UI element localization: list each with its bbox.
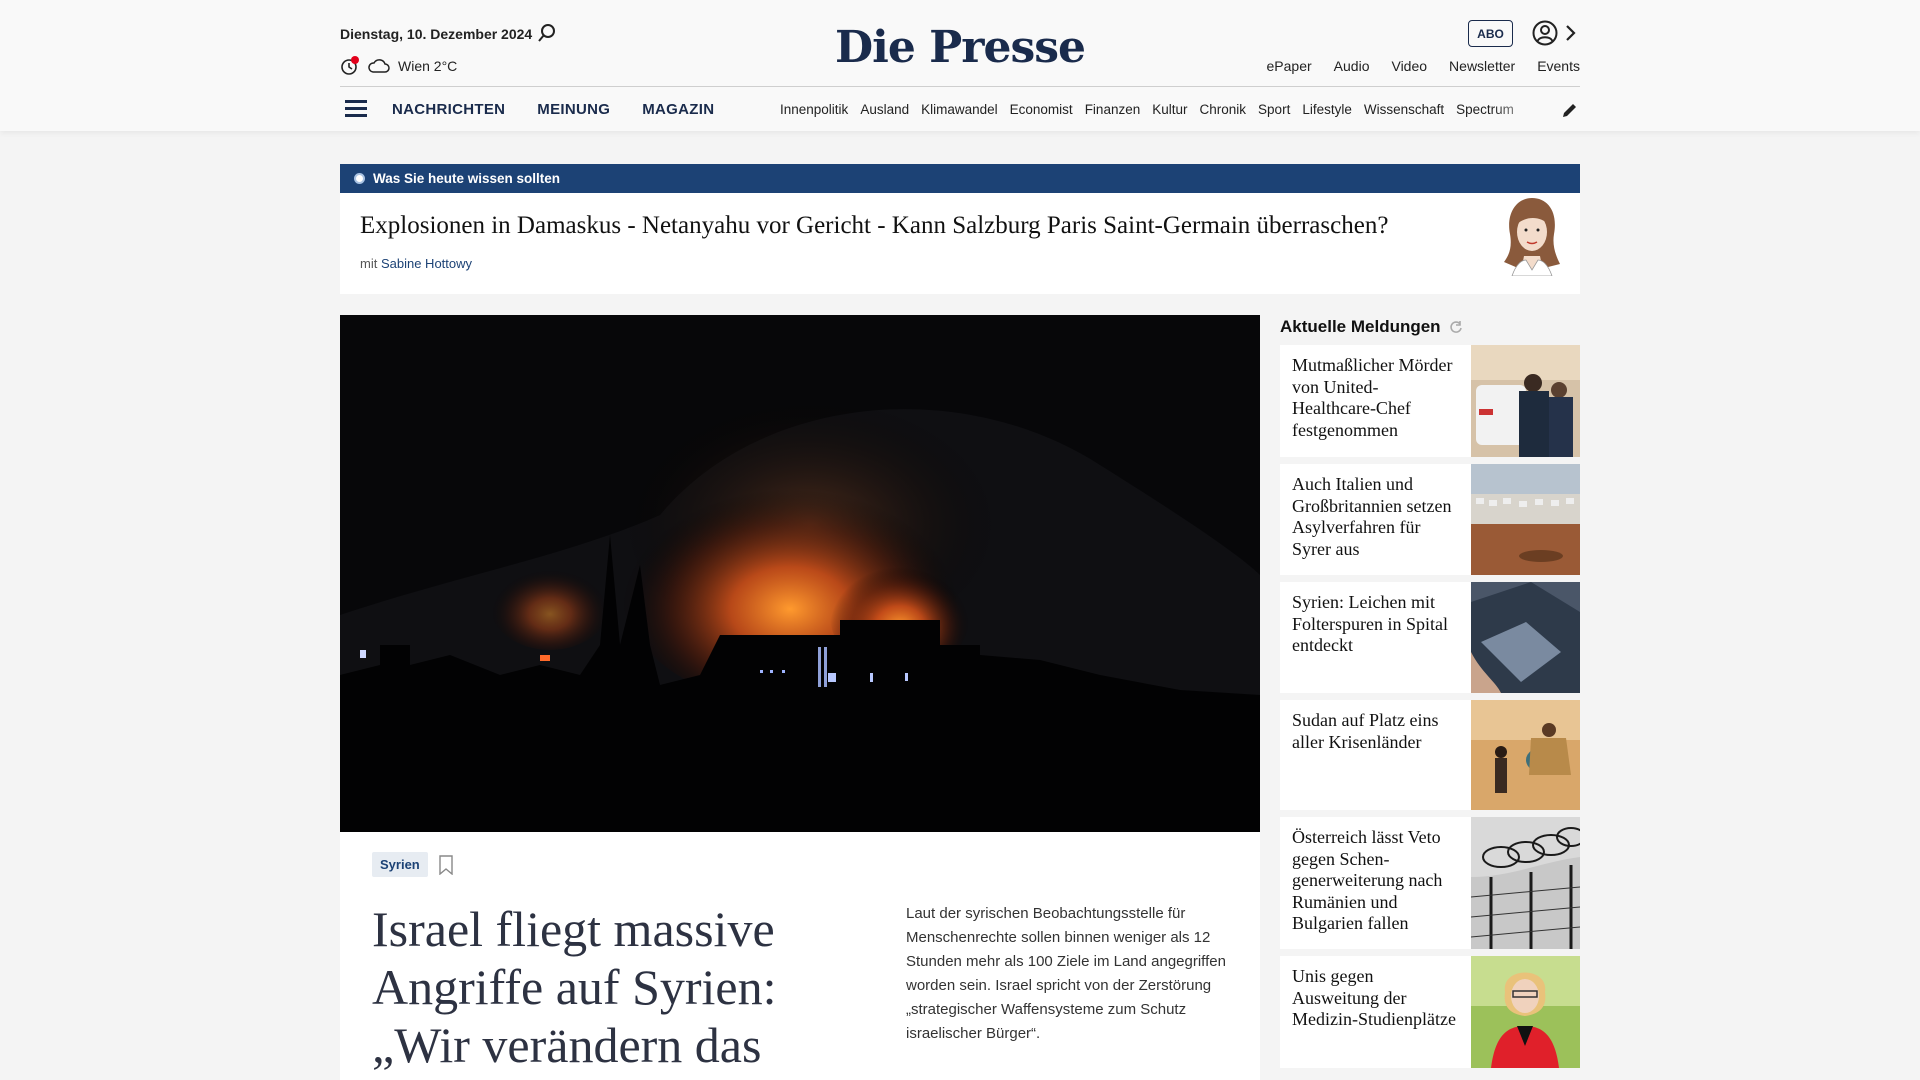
site-logo[interactable]: Die Presse <box>0 22 1920 73</box>
news-thumbnail[interactable] <box>1471 345 1580 457</box>
author-avatar <box>1504 198 1560 276</box>
section-kultur[interactable]: Kultur <box>1152 102 1187 117</box>
menu-icon[interactable] <box>345 100 367 118</box>
header-divider <box>340 86 1580 87</box>
topic-tag[interactable]: Syrien <box>372 852 428 877</box>
pencil-icon[interactable] <box>1561 101 1579 119</box>
section-ausland[interactable]: Ausland <box>860 102 909 117</box>
lead-teaser: Laut der syrischen Beobachtungsstelle fü… <box>906 905 1226 1042</box>
news-headline[interactable]: Österreich lässt Veto gegen Schen-generw… <box>1292 827 1462 935</box>
briefing-author[interactable]: Sabine Hottowy <box>381 256 472 271</box>
nav-magazin[interactable]: MAGAZIN <box>642 101 714 118</box>
lead-article[interactable]: Syrien Israel fliegt massive Angriffe au… <box>340 832 1260 1080</box>
news-headline[interactable]: Unis gegen Ausweitung der Medizin-Studie… <box>1292 966 1462 1031</box>
border-fence-photo <box>1471 817 1580 949</box>
bookmark-icon[interactable] <box>438 855 454 875</box>
section-wissenschaft[interactable]: Wissenschaft <box>1364 102 1444 117</box>
lead-headline[interactable]: Israel fliegt massive Angriffe auf Syrie… <box>372 900 882 1080</box>
link-events[interactable]: Events <box>1537 58 1580 74</box>
night-fire-image <box>340 315 1260 832</box>
news-item[interactable]: Unis gegen Ausweitung der Medizin-Studie… <box>1280 956 1580 1068</box>
briefing-title[interactable]: Explosionen in Damaskus - Netanyahu vor … <box>360 212 1388 240</box>
section-sport[interactable]: Sport <box>1258 102 1290 117</box>
news-item[interactable]: Mutmaßlicher Mörder von United-Healthcar… <box>1280 345 1580 457</box>
section-spectrum[interactable]: Spectrum <box>1456 102 1514 117</box>
section-innenpolitik[interactable]: Innenpolitik <box>780 102 848 117</box>
section-economist[interactable]: Economist <box>1010 102 1073 117</box>
daily-briefing[interactable]: Was Sie heute wissen sollten Explosionen… <box>340 164 1580 294</box>
sudan-photo <box>1471 700 1580 810</box>
refresh-icon[interactable] <box>1449 320 1463 334</box>
briefing-bar: Was Sie heute wissen sollten <box>340 164 1580 193</box>
news-thumbnail[interactable] <box>1471 817 1580 949</box>
byline-prefix: mit <box>360 256 378 271</box>
news-item[interactable]: Sudan auf Platz eins aller Krisenländer <box>1280 700 1580 810</box>
live-dot-icon <box>354 173 365 184</box>
hospital-photo <box>1471 582 1580 693</box>
link-video[interactable]: Video <box>1391 58 1427 74</box>
nav-nachrichten[interactable]: NACHRICHTEN <box>392 101 505 118</box>
link-epaper[interactable]: ePaper <box>1267 58 1312 74</box>
link-audio[interactable]: Audio <box>1334 58 1370 74</box>
section-lifestyle[interactable]: Lifestyle <box>1302 102 1352 117</box>
news-headline[interactable]: Mutmaßlicher Mörder von United-Healthcar… <box>1292 355 1462 441</box>
chevron-right-icon[interactable] <box>1563 23 1577 43</box>
news-thumbnail[interactable] <box>1471 700 1580 810</box>
portrait-photo <box>1471 956 1580 1068</box>
abo-button[interactable]: ABO <box>1468 20 1513 47</box>
police-photo <box>1471 345 1580 457</box>
section-finanzen[interactable]: Finanzen <box>1085 102 1141 117</box>
news-item[interactable]: Österreich lässt Veto gegen Schen-generw… <box>1280 817 1580 949</box>
news-headline[interactable]: Syrien: Leichen mit Folterspuren in Spit… <box>1292 592 1462 657</box>
news-item[interactable]: Syrien: Leichen mit Folterspuren in Spit… <box>1280 582 1580 693</box>
refugee-camp-photo <box>1471 464 1580 575</box>
user-account-icon[interactable] <box>1532 20 1558 46</box>
briefing-byline: mit Sabine Hottowy <box>360 256 472 271</box>
section-nav: Innenpolitik Ausland Klimawandel Economi… <box>780 102 1545 117</box>
section-chronik[interactable]: Chronik <box>1200 102 1247 117</box>
section-klimawandel[interactable]: Klimawandel <box>921 102 998 117</box>
site-header: Dienstag, 10. Dezember 2024 Wien 2°C Die… <box>0 0 1920 131</box>
nav-meinung[interactable]: MEINUNG <box>537 101 610 118</box>
sidebar-heading: Aktuelle Meldungen <box>1280 317 1441 336</box>
news-headline[interactable]: Sudan auf Platz eins aller Krisenländer <box>1292 710 1462 753</box>
hero-image[interactable] <box>340 315 1260 832</box>
news-thumbnail[interactable] <box>1471 582 1580 693</box>
sidebar-title: Aktuelle Meldungen <box>1280 317 1463 337</box>
news-headline[interactable]: Auch Italien und Großbritannien setzen A… <box>1292 474 1462 560</box>
news-thumbnail[interactable] <box>1471 956 1580 1068</box>
news-item[interactable]: Auch Italien und Großbritannien setzen A… <box>1280 464 1580 575</box>
news-thumbnail[interactable] <box>1471 464 1580 575</box>
briefing-label: Was Sie heute wissen sollten <box>373 171 561 186</box>
main-nav: NACHRICHTEN MEINUNG MAGAZIN <box>392 101 714 118</box>
link-newsletter[interactable]: Newsletter <box>1449 58 1515 74</box>
top-links: ePaper Audio Video Newsletter Events <box>1267 58 1580 74</box>
